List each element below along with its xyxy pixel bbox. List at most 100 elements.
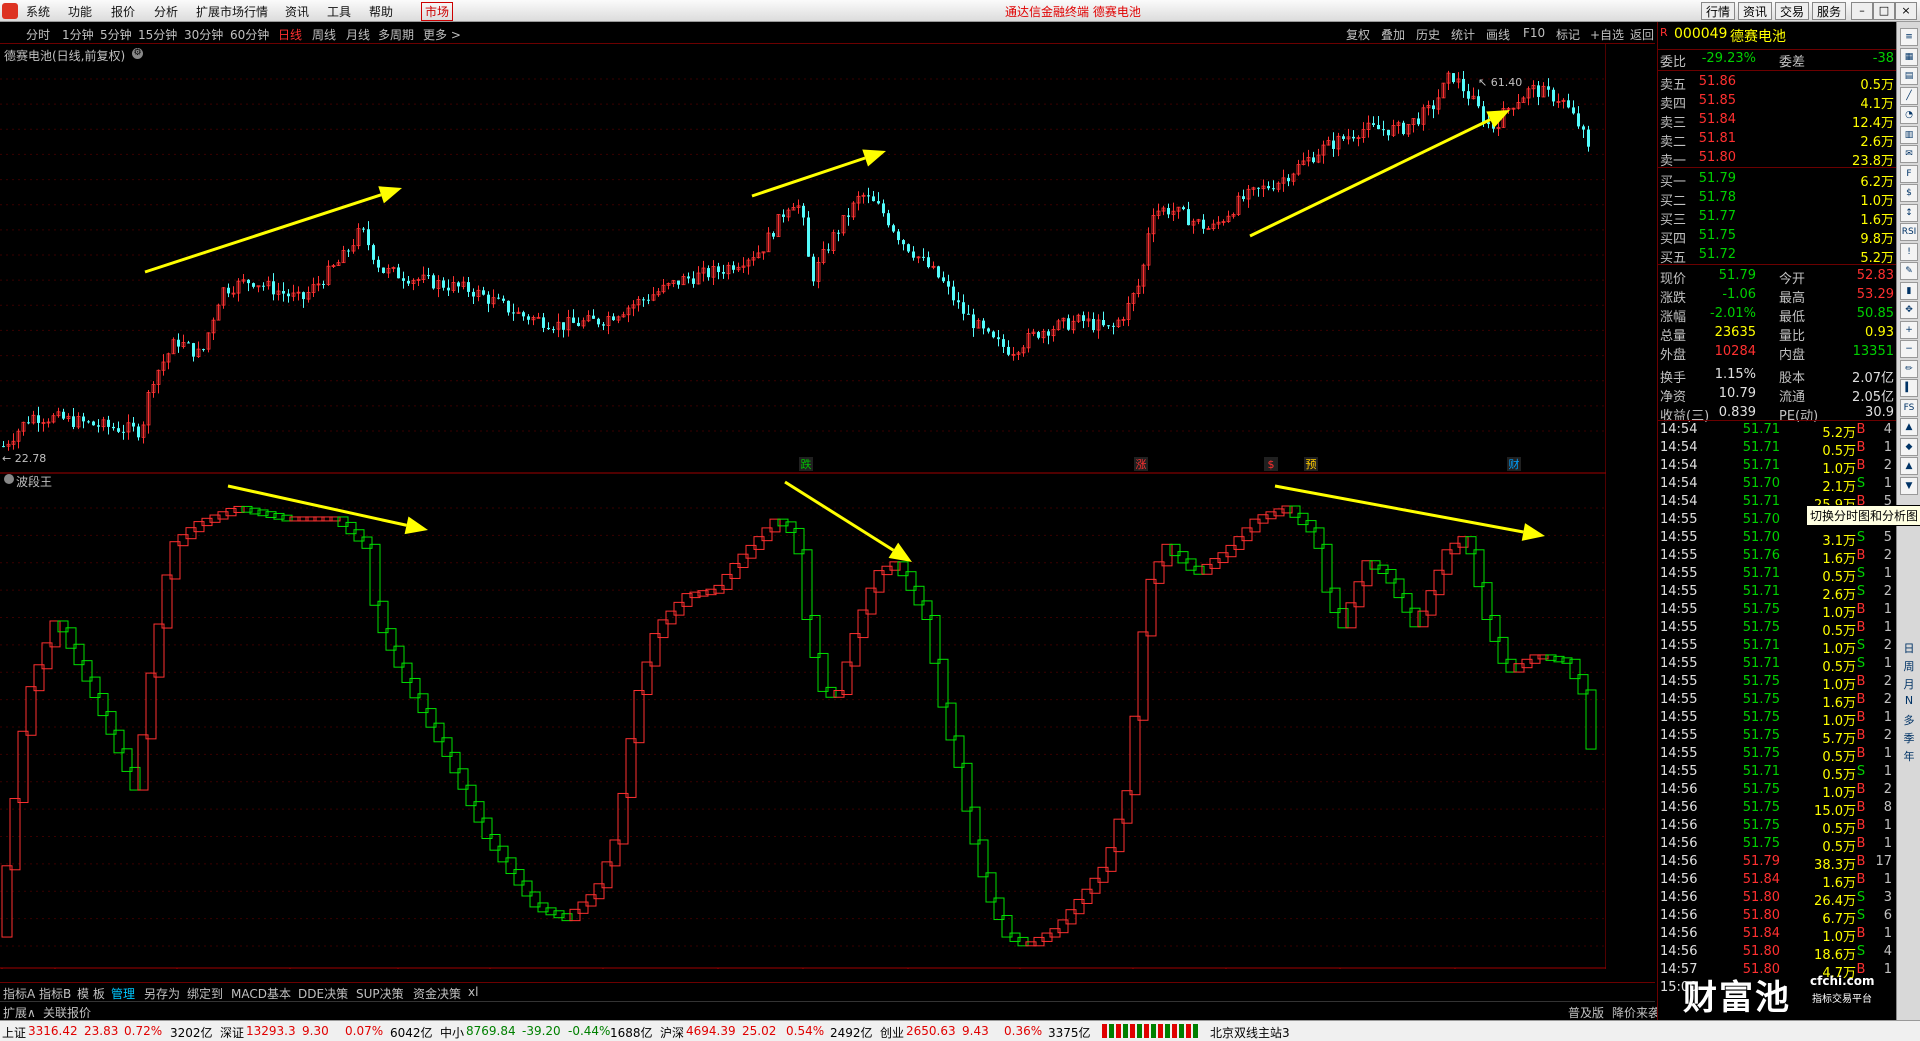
up-icon[interactable]: ▲	[1900, 457, 1918, 475]
index-name-sz[interactable]: 深证	[220, 1024, 244, 1041]
period-tab-30min[interactable]: 30分钟	[184, 26, 223, 43]
grid-icon[interactable]: ▦	[1900, 47, 1918, 66]
tab-manage[interactable]: 管理	[111, 985, 135, 1002]
menu-item-function[interactable]: 功能	[68, 3, 92, 20]
tool-add-watchlist[interactable]: +自选	[1590, 26, 1624, 43]
buy-row[interactable]: 买二 51.78 1.0万	[1658, 190, 1896, 209]
menu-item-quote[interactable]: 报价	[111, 3, 135, 20]
period-tab-day[interactable]: 日线	[278, 26, 302, 43]
table-icon[interactable]: ▥	[1900, 125, 1918, 144]
tab-related-quotes[interactable]: 关联报价	[43, 1004, 91, 1021]
sell-row[interactable]: 卖四 51.85 4.1万	[1658, 93, 1896, 112]
menu-item-system[interactable]: 系统	[26, 3, 50, 20]
sec-icon[interactable]: ◆	[1900, 437, 1918, 456]
tab-dde[interactable]: DDE决策	[298, 985, 348, 1002]
down-icon[interactable]: ▼	[1900, 476, 1918, 495]
period-tab-fenshi[interactable]: 分时	[26, 26, 50, 43]
top-button-trade[interactable]: 交易	[1775, 2, 1810, 20]
pie-icon[interactable]: ◔	[1900, 106, 1918, 124]
menu-item-news[interactable]: 资讯	[285, 3, 309, 20]
index-name-cy[interactable]: 创业	[880, 1024, 904, 1041]
tool-overlay[interactable]: 叠加	[1381, 26, 1405, 43]
tool-mark[interactable]: 标记	[1556, 26, 1580, 43]
tool-f10[interactable]: F10	[1523, 26, 1545, 40]
menu-item-analysis[interactable]: 分析	[154, 3, 178, 20]
server-name[interactable]: 北京双线主站3	[1210, 1024, 1290, 1041]
buy-row[interactable]: 买四 51.75 9.8万	[1658, 228, 1896, 247]
period-tab-15min[interactable]: 15分钟	[138, 26, 177, 43]
period-tab-week[interactable]: 周线	[312, 26, 336, 43]
period-tab-month[interactable]: 月线	[346, 26, 370, 43]
tab-expand[interactable]: 扩展∧	[3, 1004, 36, 1021]
period-shortcut[interactable]: 日	[1899, 640, 1919, 656]
tab-indicator-a[interactable]: 指标A	[3, 985, 35, 1002]
sell-row[interactable]: 卖二 51.81 2.6万	[1658, 131, 1896, 150]
menu-item-ext-market[interactable]: 扩展市场行情	[196, 3, 268, 20]
promo-discount[interactable]: 降价来袭	[1612, 1004, 1660, 1021]
settings-dot-icon[interactable]: ⚙	[132, 48, 143, 59]
buy-row[interactable]: 买一 51.79 6.2万	[1658, 171, 1896, 190]
f10-icon[interactable]: F	[1900, 164, 1918, 183]
period-tab-1min[interactable]: 1分钟	[62, 26, 94, 43]
sell-row[interactable]: 卖五 51.86 0.5万	[1658, 74, 1896, 93]
line-icon[interactable]: ╱	[1900, 86, 1918, 105]
tab-indicator-b[interactable]: 指标B	[39, 985, 71, 1002]
tool-draw[interactable]: 画线	[1486, 26, 1510, 43]
index-name-sh[interactable]: 上证	[2, 1024, 26, 1041]
tab-save-as[interactable]: 另存为	[144, 985, 180, 1002]
tab-template[interactable]: 模 板	[77, 985, 105, 1002]
tool-stats[interactable]: 统计	[1451, 26, 1475, 43]
pen-icon[interactable]: ✏	[1900, 359, 1918, 378]
period-shortcut[interactable]: 月	[1899, 676, 1919, 692]
tab-sup[interactable]: SUP决策	[356, 985, 404, 1002]
radar-icon[interactable]: RSI	[1900, 223, 1918, 241]
period-shortcut[interactable]: 季	[1899, 730, 1919, 746]
tab-xl[interactable]: xl	[468, 985, 478, 999]
menu-item-tools[interactable]: 工具	[327, 3, 351, 20]
period-shortcut[interactable]: 多	[1899, 712, 1919, 728]
buy-row[interactable]: 买三 51.77 1.6万	[1658, 209, 1896, 228]
zoom-out-icon[interactable]: −	[1900, 340, 1918, 358]
period-shortcut[interactable]: 年	[1899, 748, 1919, 764]
menu-item-help[interactable]: 帮助	[369, 3, 393, 20]
chart-area[interactable]: 60.0057.5055.0052.5050.0047.5045.0042.50…	[0, 44, 1606, 969]
period-shortcut[interactable]: N	[1899, 694, 1919, 707]
bars-icon[interactable]: ▍	[1900, 379, 1918, 397]
tab-macd[interactable]: MACD基本	[231, 985, 291, 1002]
close-icon[interactable]: ×	[1895, 2, 1917, 20]
top-button-quotes[interactable]: 行情	[1701, 2, 1736, 20]
period-shortcut[interactable]: 周	[1899, 658, 1919, 674]
kline-icon[interactable]: ▮	[1900, 281, 1918, 300]
maximize-icon[interactable]: □	[1873, 2, 1895, 20]
move-icon[interactable]: ✥	[1900, 301, 1918, 319]
tab-fund[interactable]: 资金决策	[413, 985, 461, 1002]
fs-icon[interactable]: FS	[1900, 398, 1918, 417]
rank-icon[interactable]: ↕	[1900, 203, 1918, 222]
tool-back[interactable]: 返回	[1630, 26, 1654, 43]
tool-fuquan[interactable]: 复权	[1346, 26, 1370, 43]
period-tab-more[interactable]: 更多 >	[423, 26, 461, 43]
alert-icon[interactable]: !	[1900, 242, 1918, 261]
period-tab-60min[interactable]: 60分钟	[230, 26, 269, 43]
top-button-news[interactable]: 资讯	[1738, 2, 1773, 20]
fund-icon[interactable]: $	[1900, 184, 1918, 202]
level-icon[interactable]: ▲	[1900, 418, 1918, 436]
tool-icon[interactable]: ✎	[1900, 262, 1918, 280]
zoom-in-icon[interactable]: +	[1900, 320, 1918, 339]
top-button-service[interactable]: 服务	[1812, 2, 1847, 20]
index-name-zx[interactable]: 中小	[440, 1024, 464, 1041]
news-icon[interactable]: ✉	[1900, 145, 1918, 163]
promo-puji[interactable]: 普及版	[1568, 1004, 1604, 1021]
menu-item-market[interactable]: 市场	[421, 2, 454, 21]
tool-history[interactable]: 历史	[1416, 26, 1440, 43]
tab-bind-to[interactable]: 绑定到	[187, 985, 223, 1002]
period-tab-5min[interactable]: 5分钟	[100, 26, 132, 43]
tick-price: 51.79	[1742, 854, 1780, 869]
list-icon[interactable]: ≡	[1900, 28, 1918, 46]
chart-icon[interactable]: ▤	[1900, 67, 1918, 85]
period-tab-multi[interactable]: 多周期	[378, 26, 414, 43]
sell-row[interactable]: 卖三 51.84 12.4万	[1658, 112, 1896, 131]
chart-svg[interactable]: 60.0057.5055.0052.5050.0047.5045.0042.50…	[0, 44, 1606, 969]
index-name-hs[interactable]: 沪深	[660, 1024, 684, 1041]
minimize-icon[interactable]: –	[1851, 2, 1873, 20]
